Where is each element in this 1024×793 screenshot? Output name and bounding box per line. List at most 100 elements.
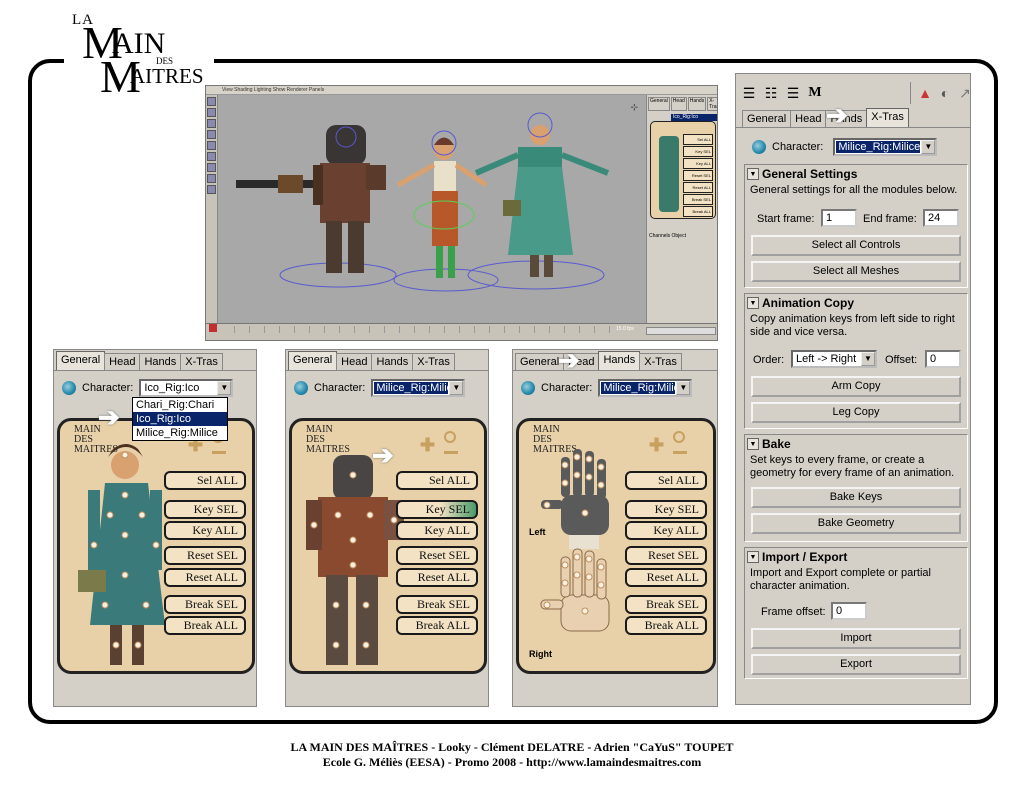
- character-combo[interactable]: Milice_Rig:Milice ▼: [371, 379, 466, 397]
- manipulator-tool-icon[interactable]: [207, 152, 216, 161]
- axis-icon[interactable]: ▲: [916, 84, 934, 102]
- side-btn-break-sel[interactable]: Break SEL: [683, 194, 713, 205]
- tab-general[interactable]: General: [515, 353, 565, 370]
- viewport-menubar[interactable]: View Shading Lighting Show Renderer Pane…: [206, 86, 717, 95]
- rotate-tool-icon[interactable]: [207, 130, 216, 139]
- section-header[interactable]: ▼ Bake: [745, 435, 967, 452]
- tab-xtras[interactable]: X-Tras: [866, 108, 909, 127]
- sphere-icon[interactable]: ◐: [936, 84, 954, 102]
- pointer-icon[interactable]: ↗: [956, 84, 974, 102]
- section-header[interactable]: ▼ Import / Export: [745, 548, 967, 565]
- side-tab-xtras[interactable]: X-Tras: [707, 97, 717, 111]
- sel-all-button[interactable]: Sel ALL: [625, 471, 707, 490]
- reset-sel-button[interactable]: Reset SEL: [164, 546, 246, 565]
- dropdown-option-ico[interactable]: Ico_Rig:Ico: [133, 412, 227, 426]
- section-header[interactable]: ▼ Animation Copy: [745, 294, 967, 311]
- export-button[interactable]: Export: [751, 654, 961, 675]
- plus-icon[interactable]: ✚: [420, 435, 435, 456]
- reset-all-button[interactable]: Reset ALL: [625, 568, 707, 587]
- import-button[interactable]: Import: [751, 628, 961, 649]
- arm-copy-button[interactable]: Arm Copy: [751, 376, 961, 397]
- viewport-timeline[interactable]: 15.0 fps: [206, 323, 717, 340]
- layout-quad-icon[interactable]: [207, 174, 216, 183]
- refresh-icon[interactable]: [294, 381, 308, 395]
- bake-geometry-button[interactable]: Bake Geometry: [751, 513, 961, 534]
- side-btn-break-all[interactable]: Break ALL: [683, 206, 713, 217]
- chevron-down-icon[interactable]: ▼: [449, 381, 464, 395]
- refresh-icon[interactable]: [62, 381, 76, 395]
- key-sel-button[interactable]: Key SEL: [625, 500, 707, 519]
- side-tab-hands[interactable]: Hands: [687, 97, 707, 111]
- dropdown-option-chari[interactable]: Chari_Rig:Chari: [133, 398, 227, 412]
- end-frame-field[interactable]: 24: [923, 209, 959, 227]
- section-header[interactable]: ▼ General Settings: [745, 165, 967, 182]
- side-tab-head[interactable]: Head: [670, 97, 687, 111]
- side-character-combo[interactable]: Ico_Rig:Ico: [671, 114, 717, 121]
- key-all-button[interactable]: Key ALL: [396, 521, 478, 540]
- lasso-tool-icon[interactable]: [207, 108, 216, 117]
- break-sel-button[interactable]: Break SEL: [625, 595, 707, 614]
- side-btn-key-all[interactable]: Key ALL: [683, 158, 713, 169]
- list-icon[interactable]: ☷: [762, 84, 780, 102]
- order-combo[interactable]: Left -> Right ▼: [791, 350, 877, 368]
- tab-head[interactable]: Head: [790, 110, 827, 127]
- select-all-meshes-button[interactable]: Select all Meshes: [751, 261, 961, 282]
- tab-general[interactable]: General: [288, 351, 338, 370]
- reset-all-button[interactable]: Reset ALL: [396, 568, 478, 587]
- sel-all-button[interactable]: Sel ALL: [164, 471, 246, 490]
- collapse-icon[interactable]: ▼: [747, 437, 759, 450]
- offset-field[interactable]: 0: [925, 350, 961, 368]
- break-sel-button[interactable]: Break SEL: [164, 595, 246, 614]
- timeline-ruler[interactable]: [220, 326, 615, 333]
- minus-icon[interactable]: [444, 451, 458, 454]
- character-combo[interactable]: Milice_Rig:Milice ▼: [598, 379, 693, 397]
- chevron-down-icon[interactable]: ▼: [676, 381, 691, 395]
- character-combo[interactable]: Ico_Rig:Ico ▼: [139, 379, 234, 397]
- side-btn-sel-all[interactable]: Sel ALL: [683, 134, 713, 145]
- refresh-icon[interactable]: [521, 381, 535, 395]
- side-btn-reset-sel[interactable]: Reset SEL: [683, 170, 713, 181]
- layout-single-icon[interactable]: [207, 163, 216, 172]
- tab-general[interactable]: General: [56, 351, 106, 370]
- minus-icon[interactable]: [212, 451, 226, 454]
- viewport-scene[interactable]: ⊹: [218, 95, 646, 323]
- scale-tool-icon[interactable]: [207, 141, 216, 150]
- bake-keys-button[interactable]: Bake Keys: [751, 487, 961, 508]
- minus-icon[interactable]: [673, 451, 687, 454]
- tab-hands[interactable]: Hands: [598, 351, 641, 370]
- circle-icon[interactable]: [673, 431, 685, 443]
- side-btn-key-sel[interactable]: Key SEL: [683, 146, 713, 157]
- tab-general[interactable]: General: [742, 110, 792, 127]
- side-btn-reset-all[interactable]: Reset ALL: [683, 182, 713, 193]
- tab-xtras[interactable]: X-Tras: [639, 353, 682, 370]
- reset-all-button[interactable]: Reset ALL: [164, 568, 246, 587]
- tab-xtras[interactable]: X-Tras: [180, 353, 223, 370]
- playback-controls[interactable]: [646, 327, 716, 335]
- collapse-icon[interactable]: ▼: [747, 296, 759, 309]
- mm-logo-icon[interactable]: M: [806, 84, 824, 102]
- layout-persp-icon[interactable]: [207, 185, 216, 194]
- tab-xtras[interactable]: X-Tras: [412, 353, 455, 370]
- chevron-down-icon[interactable]: ▼: [217, 381, 232, 395]
- reset-sel-button[interactable]: Reset SEL: [396, 546, 478, 565]
- plus-icon[interactable]: ✚: [649, 435, 664, 456]
- start-frame-field[interactable]: 1: [821, 209, 857, 227]
- tab-hands[interactable]: Hands: [371, 353, 414, 370]
- tab-head[interactable]: Head: [336, 353, 373, 370]
- key-sel-button[interactable]: Key SEL: [396, 500, 478, 519]
- select-tool-icon[interactable]: [207, 97, 216, 106]
- frame-offset-field[interactable]: 0: [831, 602, 867, 620]
- reset-sel-button[interactable]: Reset SEL: [625, 546, 707, 565]
- chevron-down-icon[interactable]: ▼: [921, 140, 936, 154]
- refresh-icon[interactable]: [752, 140, 766, 154]
- side-tab-general[interactable]: General: [648, 97, 670, 111]
- record-icon[interactable]: [209, 324, 217, 332]
- collapse-icon[interactable]: ▼: [747, 550, 759, 563]
- tab-hands[interactable]: Hands: [139, 353, 182, 370]
- align-left-icon[interactable]: ☰: [740, 84, 758, 102]
- key-all-button[interactable]: Key ALL: [625, 521, 707, 540]
- circle-icon[interactable]: [444, 431, 456, 443]
- collapse-icon[interactable]: ▼: [747, 167, 759, 180]
- break-all-button[interactable]: Break ALL: [164, 616, 246, 635]
- chevron-down-icon[interactable]: ▼: [861, 352, 875, 366]
